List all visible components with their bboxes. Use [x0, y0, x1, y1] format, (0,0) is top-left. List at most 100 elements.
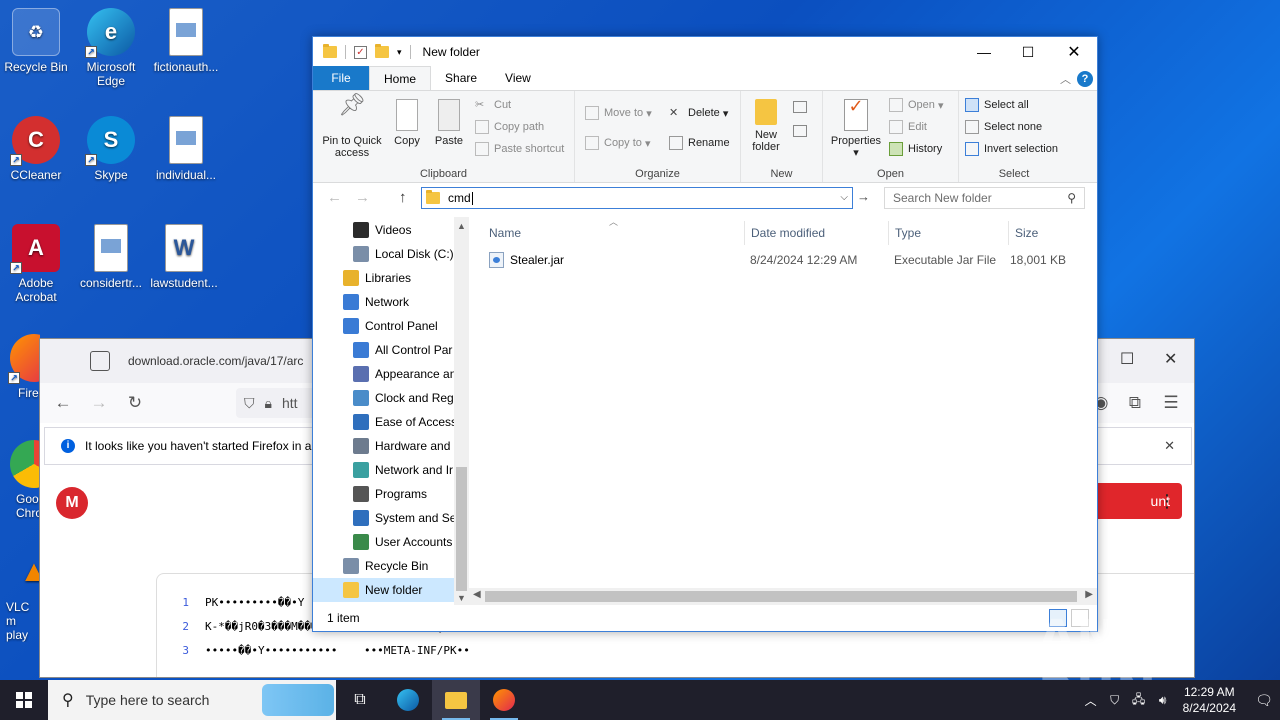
nav-item[interactable]: Clock and Regi: [313, 386, 456, 410]
nav-item[interactable]: Programs: [313, 482, 454, 506]
firefox-tab-title[interactable]: download.oracle.com/java/17/arc: [128, 354, 303, 368]
nav-item[interactable]: New folder: [313, 578, 454, 602]
task-view-icon[interactable]: ⧉: [336, 680, 384, 720]
scroll-down-icon[interactable]: ▼: [454, 593, 469, 603]
maximize-icon[interactable]: ☐: [1005, 37, 1051, 67]
nav-item[interactable]: Network: [313, 290, 454, 314]
scroll-up-icon[interactable]: ▲: [454, 221, 469, 231]
paste-shortcut-button[interactable]: Paste shortcut: [475, 139, 564, 159]
properties-quick-icon[interactable]: ✓: [354, 45, 367, 59]
nav-item[interactable]: Local Disk (C:): [313, 242, 454, 266]
desktop-icon-edge[interactable]: e ↗ Microsoft Edge: [75, 8, 147, 88]
copy-button[interactable]: Copy: [389, 99, 425, 147]
menu-icon[interactable]: ☰: [1156, 393, 1186, 413]
collapse-ribbon-icon[interactable]: ︿: [1060, 71, 1071, 87]
desktop-icon-considertr[interactable]: considertr...: [75, 224, 147, 290]
more-options-icon[interactable]: ⋮: [1158, 491, 1176, 512]
tab-share[interactable]: Share: [431, 66, 491, 90]
tab-overview-icon[interactable]: [90, 351, 110, 371]
tab-home[interactable]: Home: [369, 66, 432, 90]
scroll-thumb[interactable]: [456, 467, 467, 591]
desktop-icon-ccleaner[interactable]: C ↗ CCleaner: [0, 116, 72, 182]
minimize-icon[interactable]: —: [961, 37, 1007, 67]
reload-icon[interactable]: ↻: [120, 393, 150, 413]
back-icon[interactable]: ←: [327, 189, 342, 206]
chevron-down-icon[interactable]: ⌵: [840, 192, 848, 203]
rename-button[interactable]: Rename: [669, 133, 730, 153]
go-arrow-icon[interactable]: →: [857, 189, 870, 204]
move-to-button[interactable]: Move to ▾: [585, 103, 652, 123]
open-button[interactable]: Open ▾: [889, 95, 944, 115]
invert-selection-button[interactable]: Invert selection: [965, 139, 1058, 159]
notifications-icon[interactable]: 🗨︎: [1248, 692, 1280, 709]
column-name[interactable]: Name: [483, 221, 745, 245]
hscroll-thumb[interactable]: [485, 591, 1077, 602]
scroll-left-icon[interactable]: ◀: [473, 589, 481, 600]
cut-button[interactable]: ✂ Cut: [475, 95, 511, 115]
nav-item[interactable]: All Control Par: [313, 338, 454, 362]
nav-item[interactable]: Hardware and: [313, 434, 454, 458]
desktop-icon-acrobat[interactable]: A ↗ Adobe Acrobat: [0, 224, 72, 304]
file-list-hscrollbar[interactable]: ◀ ▶: [469, 588, 1097, 605]
edit-button[interactable]: Edit: [889, 117, 927, 137]
column-date-modified[interactable]: Date modified: [745, 221, 889, 245]
taskbar-firefox-icon[interactable]: [480, 680, 528, 720]
tab-file[interactable]: File: [313, 66, 369, 90]
nav-item[interactable]: Ease of Access: [313, 410, 457, 434]
nav-item[interactable]: Recycle Bin: [313, 554, 454, 578]
delete-button[interactable]: ✕ Delete ▾: [669, 103, 728, 123]
desktop-icon-vlc[interactable]: ▲ VLC m play: [0, 548, 40, 643]
properties-button[interactable]: ✓ Properties ▾: [827, 97, 885, 159]
back-icon[interactable]: ←: [48, 393, 78, 413]
nav-item[interactable]: User Accounts: [313, 530, 454, 554]
desktop-icon-individual[interactable]: individual...: [150, 116, 222, 182]
forward-icon[interactable]: →: [84, 393, 114, 413]
desktop-icon-fictionauth[interactable]: fictionauth...: [150, 8, 222, 74]
new-folder-quick-icon[interactable]: [375, 44, 389, 58]
extensions-icon[interactable]: ⧉: [1120, 393, 1150, 413]
new-folder-button[interactable]: New folder: [743, 99, 789, 153]
clock[interactable]: 12:29 AM 8/24/2024: [1183, 684, 1236, 716]
taskbar-search[interactable]: ⚲ Type here to search: [48, 680, 336, 720]
network-icon[interactable]: 🖧︎: [1127, 690, 1151, 711]
file-row[interactable]: Stealer.jar 8/24/2024 12:29 AM Executabl…: [483, 249, 1091, 271]
scroll-right-icon[interactable]: ▶: [1085, 589, 1093, 600]
desktop-icon-skype[interactable]: S ↗ Skype: [75, 116, 147, 182]
defender-icon[interactable]: ⛉: [1103, 693, 1127, 708]
nav-item[interactable]: Videos: [313, 218, 454, 242]
desktop-icon-firefox[interactable]: ↗ Fire: [0, 334, 40, 400]
desktop-icon-lawstudent[interactable]: W lawstudent...: [148, 224, 220, 290]
select-all-button[interactable]: Select all: [965, 95, 1029, 115]
search-input[interactable]: Search New folder ⚲: [884, 187, 1085, 209]
nav-item[interactable]: Network and Ir: [313, 458, 454, 482]
column-size[interactable]: Size: [1009, 221, 1091, 245]
mega-logo[interactable]: M: [56, 487, 88, 519]
pin-to-quick-access-button[interactable]: 📌︎ Pin to Quick access: [319, 94, 385, 160]
taskbar-explorer-icon[interactable]: [432, 680, 480, 720]
maximize-icon[interactable]: ☐: [1120, 349, 1134, 369]
desktop-icon-chrome[interactable]: Goo Chro: [0, 440, 40, 520]
nav-item[interactable]: Control Panel: [313, 314, 454, 338]
start-button[interactable]: [0, 680, 48, 720]
paste-button[interactable]: Paste: [429, 99, 469, 147]
nav-item[interactable]: Libraries: [313, 266, 454, 290]
taskbar-edge-icon[interactable]: [384, 680, 432, 720]
easy-access-icon[interactable]: [793, 125, 807, 137]
nav-item[interactable]: Appearance an: [313, 362, 456, 386]
close-icon[interactable]: ✕: [1051, 37, 1097, 67]
forward-icon[interactable]: →: [355, 189, 370, 206]
copy-path-button[interactable]: Copy path: [475, 117, 544, 137]
nav-scrollbar[interactable]: ▲ ▼: [454, 217, 469, 605]
nav-item[interactable]: System and Sec: [313, 506, 462, 530]
column-type[interactable]: Type: [889, 221, 1009, 245]
copy-to-button[interactable]: Copy to ▾: [585, 133, 651, 153]
address-input[interactable]: cmd ⌵: [421, 187, 853, 209]
desktop-icon-recycle-bin[interactable]: ♻ Recycle Bin: [0, 8, 72, 74]
notice-close-icon[interactable]: ✕: [1164, 438, 1175, 454]
tab-view[interactable]: View: [491, 66, 545, 90]
show-hidden-icons-icon[interactable]: ︿: [1079, 692, 1103, 709]
customize-toolbar-icon[interactable]: ▾: [397, 47, 402, 58]
up-icon[interactable]: ↑: [399, 189, 407, 206]
close-icon[interactable]: ✕: [1164, 349, 1177, 369]
new-item-icon[interactable]: [793, 101, 807, 113]
